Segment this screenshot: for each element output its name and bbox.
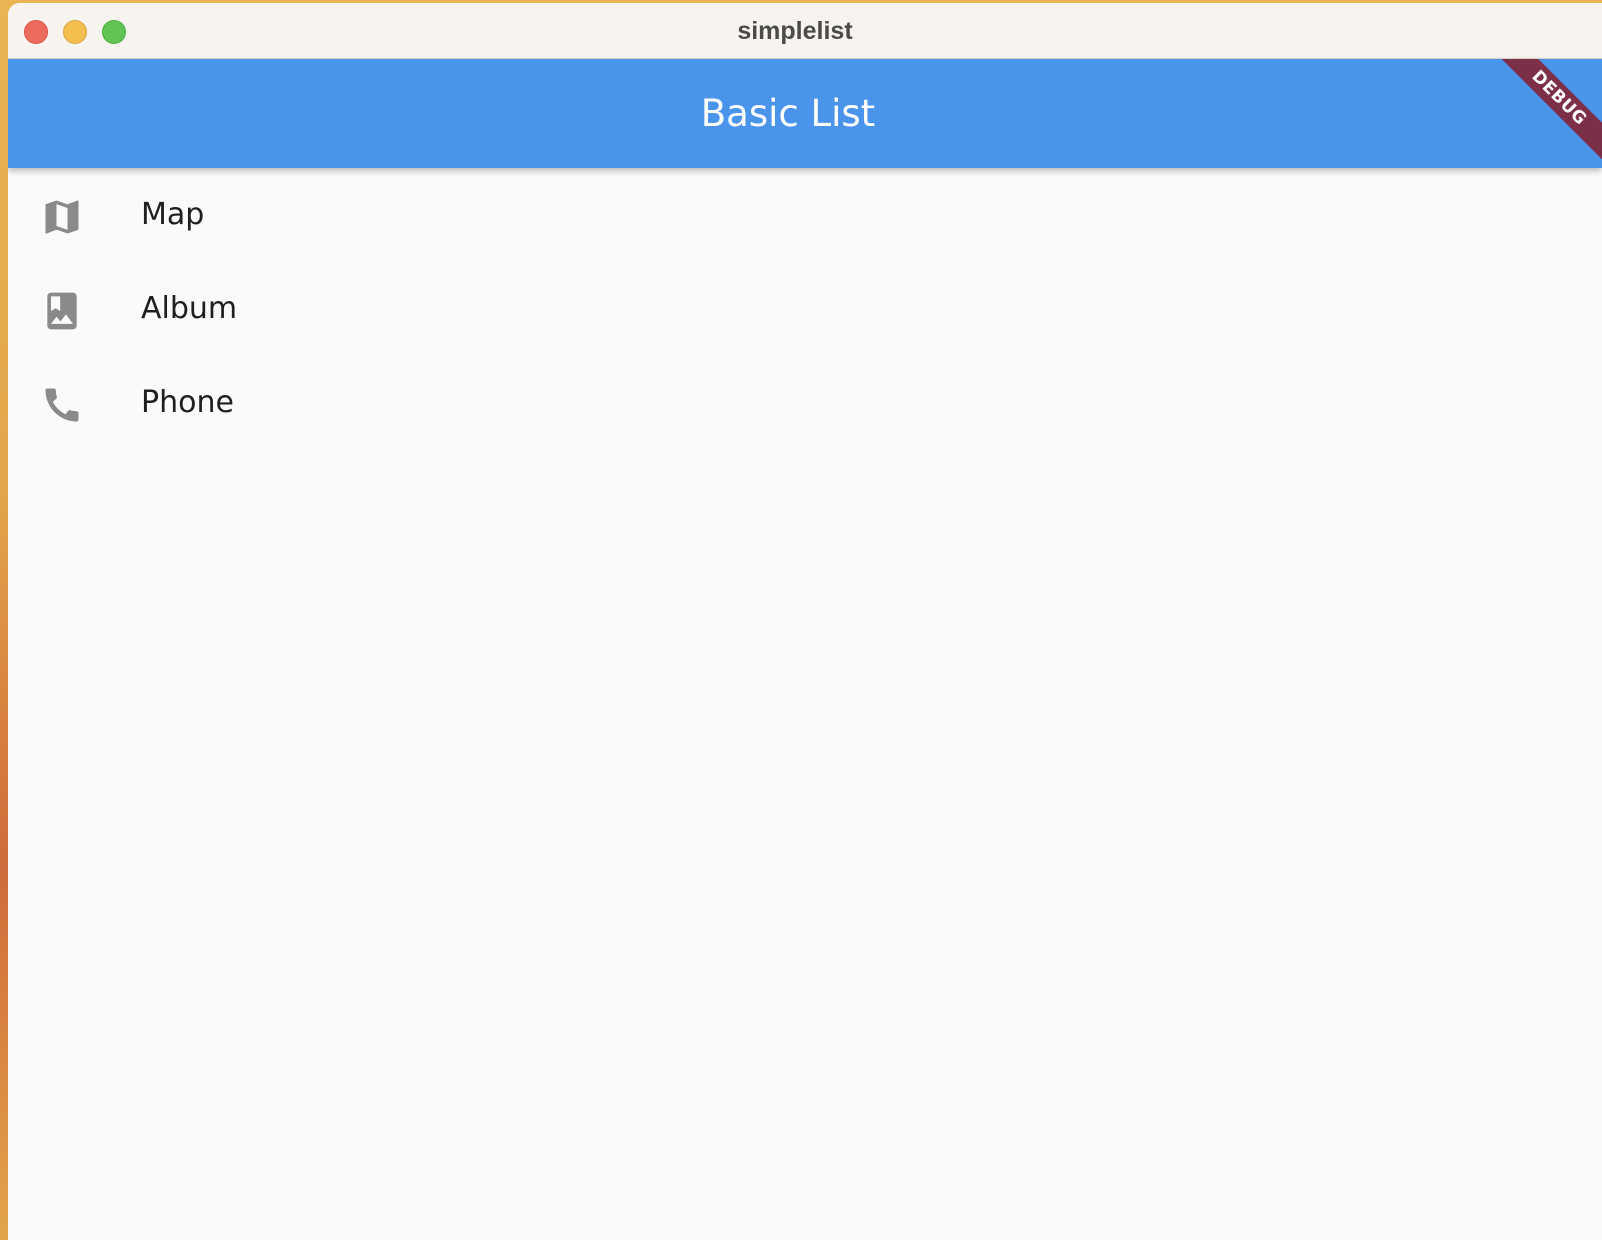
- list-item-album[interactable]: Album: [8, 262, 1602, 356]
- phone-icon: [40, 383, 84, 427]
- list-item-label: Album: [141, 291, 238, 326]
- list-item-label: Map: [141, 197, 205, 232]
- list-item-phone[interactable]: Phone: [8, 356, 1602, 450]
- title-bar[interactable]: simplelist: [8, 3, 1602, 59]
- list: Map Album Phone: [8, 168, 1602, 450]
- photo-album-icon: [40, 289, 84, 333]
- app-window: simplelist Basic List DEBUG Map Album Ph…: [8, 3, 1602, 1240]
- list-item-label: Phone: [141, 385, 234, 420]
- list-item-map[interactable]: Map: [8, 168, 1602, 262]
- app-bar: Basic List: [8, 59, 1602, 168]
- page-title: Basic List: [700, 92, 876, 135]
- map-icon: [40, 195, 84, 239]
- window-title: simplelist: [737, 17, 853, 45]
